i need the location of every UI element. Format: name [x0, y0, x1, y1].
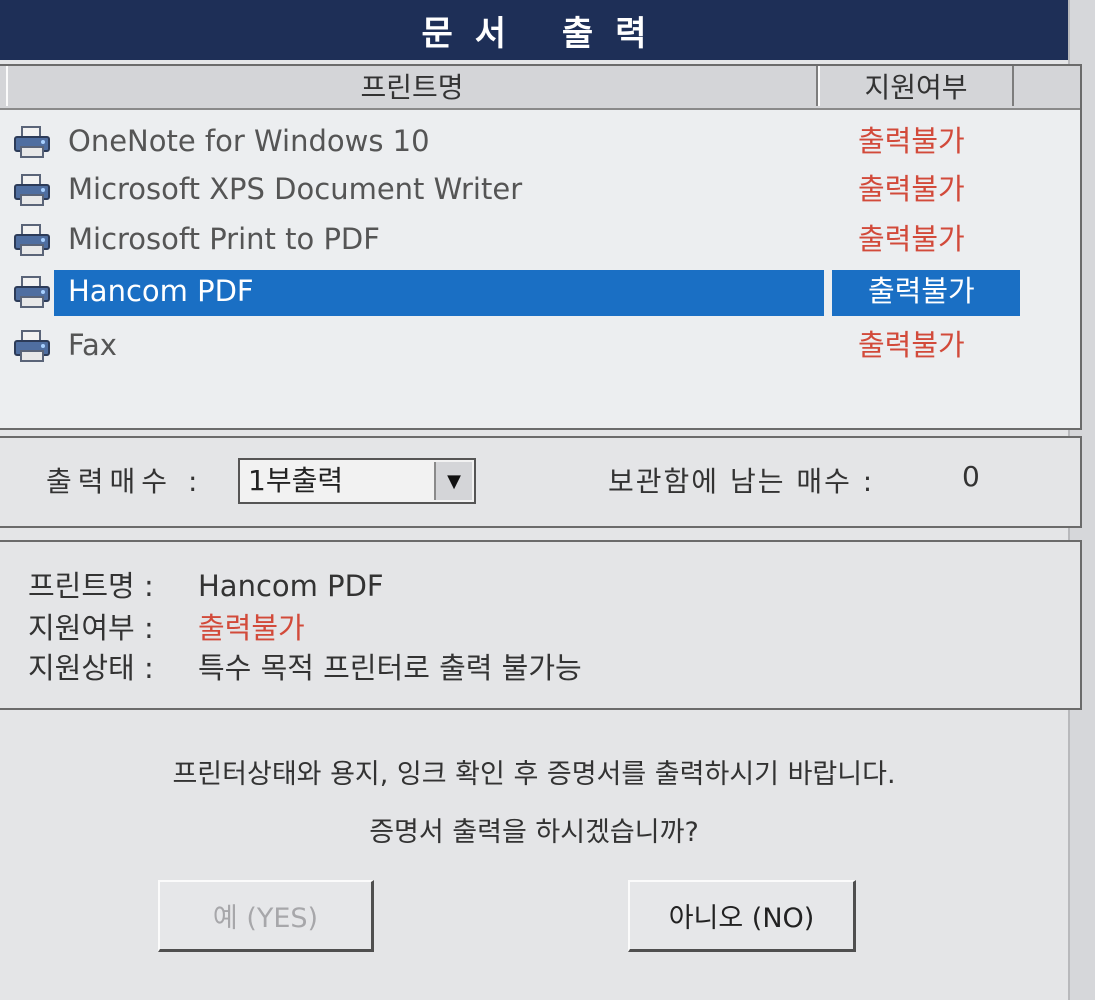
printer-icon — [14, 224, 50, 256]
copies-selected-value: 1부출력 — [248, 464, 344, 497]
printer-support-status: 출력불가 — [858, 172, 965, 206]
printer-icon — [14, 126, 50, 158]
printer-icon — [14, 174, 50, 206]
info-label: 지원여부 : — [28, 611, 154, 645]
printer-support-status: 출력불가 — [858, 124, 965, 158]
title-bar: 문서 출력 — [0, 0, 1068, 60]
printer-support-status: 출력불가 — [858, 328, 965, 362]
info-value: 출력불가 — [198, 611, 305, 645]
confirm-question: 증명서 출력을 하시겠습니까? — [369, 817, 699, 848]
copies-select[interactable]: 1부출력 ▼ — [238, 458, 476, 504]
info-value: Hancom PDF — [198, 569, 384, 603]
printer-list[interactable]: 프린트명 지원여부 OneNote for Windows 10 출력불가 Mi… — [0, 64, 1082, 430]
info-label: 지원상태 : — [28, 651, 154, 685]
yes-button[interactable]: 예 (YES) — [158, 880, 374, 952]
printer-icon — [14, 276, 50, 308]
printer-row-xps[interactable]: Microsoft XPS Document Writer 출력불가 — [8, 166, 1028, 212]
instruction-message: 프린터상태와 용지, 잉크 확인 후 증명서를 출력하시기 바랍니다. — [172, 759, 896, 790]
printer-name: Fax — [68, 328, 117, 362]
list-header: 프린트명 지원여부 — [0, 66, 1080, 110]
printer-row-hancom-pdf[interactable]: Hancom PDF 출력불가 — [8, 268, 1028, 316]
window-title: 문서 출력 — [421, 13, 669, 54]
printer-row-onenote[interactable]: OneNote for Windows 10 출력불가 — [8, 118, 1028, 164]
printer-name: OneNote for Windows 10 — [68, 124, 430, 158]
remaining-copies-value: 0 — [962, 460, 980, 493]
printer-name: Microsoft XPS Document Writer — [68, 172, 523, 206]
printer-row-fax[interactable]: Fax 출력불가 — [8, 322, 1028, 368]
column-header-support[interactable]: 지원여부 — [818, 66, 1014, 106]
printer-row-print-to-pdf[interactable]: Microsoft Print to PDF 출력불가 — [8, 216, 1028, 262]
info-value: 특수 목적 프린터로 출력 불가능 — [198, 651, 582, 685]
column-header-label: 프린트명 — [360, 71, 464, 104]
info-state: 지원상태 : 특수 목적 프린터로 출력 불가능 — [28, 648, 582, 688]
info-printer-name: 프린트명 : Hancom PDF — [28, 566, 384, 606]
printer-name: Microsoft Print to PDF — [68, 222, 380, 256]
no-button[interactable]: 아니오 (NO) — [628, 880, 856, 952]
info-support: 지원여부 : 출력불가 — [28, 608, 305, 648]
dropdown-arrow-icon[interactable]: ▼ — [434, 462, 472, 500]
column-header-printer-name[interactable]: 프린트명 — [6, 66, 818, 106]
remaining-copies-label: 보관함에 남는 매수 : — [608, 465, 875, 498]
printer-info-panel: 프린트명 : Hancom PDF 지원여부 : 출력불가 지원상태 : 특수 목적 … — [0, 540, 1082, 710]
printer-support-status: 출력불가 — [858, 222, 965, 256]
printer-icon — [14, 330, 50, 362]
info-label: 프린트명 : — [28, 569, 154, 603]
column-header-label: 지원여부 — [864, 71, 968, 104]
printer-name: Hancom PDF — [68, 274, 254, 308]
copies-label: 출력매수 : — [46, 465, 204, 498]
printer-support-status: 출력불가 — [868, 274, 975, 308]
copies-panel: 출력매수 : 1부출력 ▼ 보관함에 남는 매수 : 0 — [0, 436, 1082, 528]
